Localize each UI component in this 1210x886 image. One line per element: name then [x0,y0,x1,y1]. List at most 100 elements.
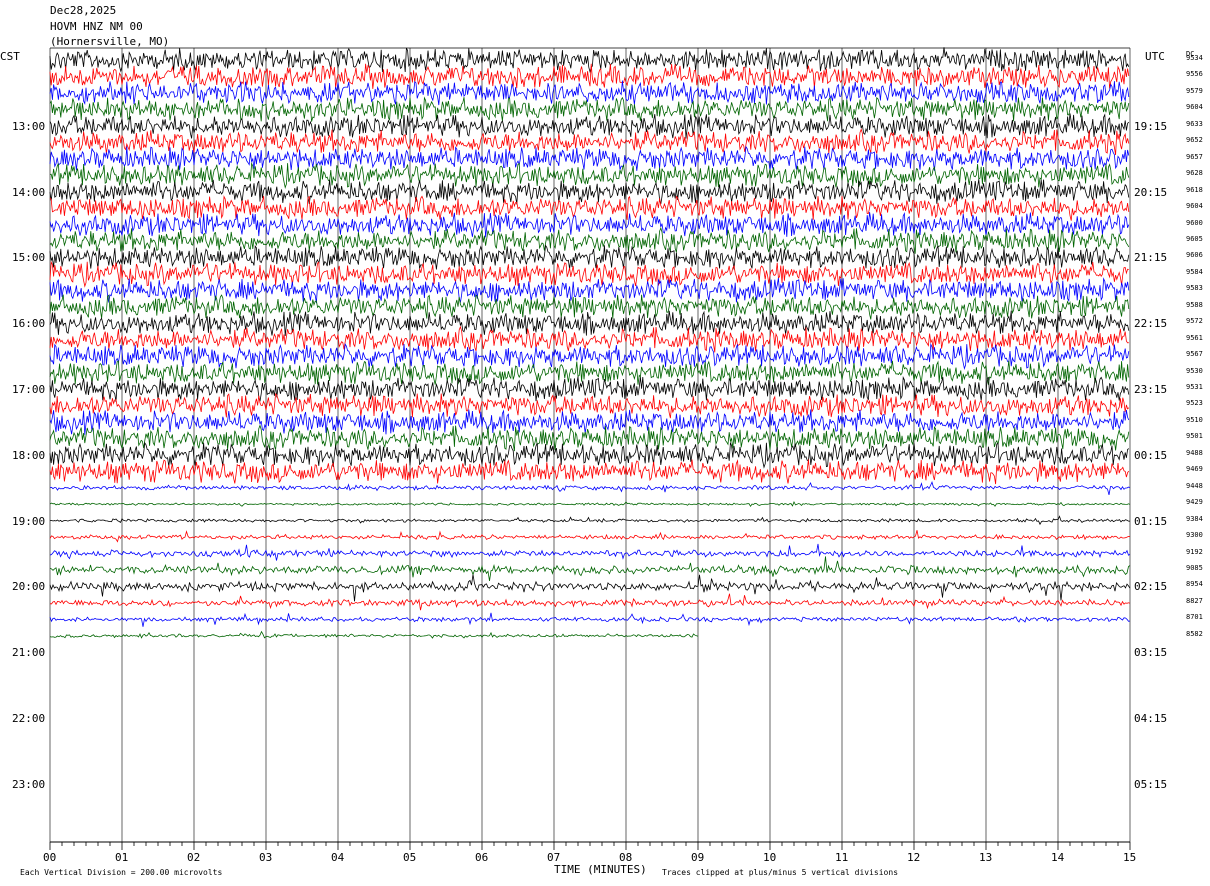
seismic-trace [49,424,1130,452]
cst-hour-label: 20:00 [12,580,46,594]
seismic-trace [49,593,1131,611]
cst-hour-label: 21:00 [12,646,46,660]
seismic-trace [49,342,1130,371]
x-tick-label: 10 [763,851,777,864]
seismic-trace [49,145,1130,171]
seismic-trace [49,113,1130,139]
utc-hour-label: 03:15 [1134,646,1168,660]
x-tick-label: 03 [259,851,273,864]
seismic-trace [49,441,1130,469]
dc-offset-value: 9469 [1186,465,1203,474]
seismic-trace [49,179,1130,205]
dc-offset-value: 9579 [1186,86,1203,95]
dc-offset-value: 8582 [1186,629,1203,638]
utc-hour-label: 00:15 [1134,448,1168,462]
dc-offset-value: 8954 [1186,580,1203,589]
seismic-trace [49,530,1131,543]
cst-hour-label: 16:00 [12,317,46,331]
seismic-trace [49,612,1131,627]
dc-offset-value: 9606 [1186,251,1203,260]
seismic-trace [49,260,1129,288]
dc-offset-value: 9605 [1186,234,1203,243]
seismic-trace [49,481,1131,495]
utc-hour-label: 01:15 [1134,514,1168,528]
dc-offset-value: 8827 [1186,596,1203,605]
seismic-traces [49,47,1131,639]
dc-offset-value: 9501 [1186,432,1203,441]
dc-offset-value: 9523 [1186,399,1203,408]
x-axis-title: TIME (MINUTES) [554,863,647,876]
seismic-trace [49,515,1131,526]
x-tick-label: 13 [979,851,993,864]
dc-offset-value: 9534 [1186,54,1203,62]
seismic-trace [49,501,1131,508]
time-axis [49,47,1131,850]
dc-offset-value: 9448 [1186,481,1203,490]
clip-note: Traces clipped at plus/minus 5 vertical … [662,868,899,877]
helicorder-plot [49,47,1131,850]
x-tick-label: 02 [187,851,201,864]
cst-hour-label: 17:00 [12,383,46,396]
seismic-trace [49,244,1130,270]
seismic-trace [49,630,699,639]
utc-hour-label: 21:15 [1134,251,1168,265]
utc-hour-label: 20:15 [1134,185,1168,199]
cst-hour-label: 19:00 [12,514,46,528]
seismic-trace [49,375,1130,402]
cst-hour-label: 13:00 [12,119,46,133]
seismic-trace [49,294,1130,320]
dc-offset-value: 9604 [1186,202,1203,211]
dc-offset-value: 9510 [1186,415,1203,424]
dc-offset-value: 9488 [1186,448,1203,457]
dc-offset-value: 9604 [1186,103,1203,112]
x-tick-label: 14 [1051,851,1065,864]
scale-note: Each Vertical Division = 200.00 microvol… [20,868,223,877]
x-tick-label: 11 [835,851,849,864]
dc-offset-value: 8701 [1186,613,1203,622]
seismic-trace [49,543,1131,561]
dc-offset-value: 9652 [1186,136,1203,145]
utc-hour-label: 22:15 [1134,317,1168,331]
dc-offset-value: 9657 [1186,152,1203,161]
dc-offset-value: 9567 [1186,350,1203,359]
dc-offset-value: 9192 [1186,547,1203,556]
dc-offset-value: 9572 [1186,317,1203,326]
x-tick-label: 12 [907,851,921,864]
seismic-trace [49,574,1131,602]
utc-hour-label: 04:15 [1134,712,1168,725]
x-tick-label: 00 [43,851,57,864]
dc-offset-value: 9300 [1186,531,1203,540]
seismic-trace [49,47,1130,74]
dc-offset-value: 9628 [1186,169,1203,178]
cst-hour-label: 23:00 [12,777,46,791]
cst-hour-label: 22:00 [12,712,46,725]
minute-grid [49,48,1131,842]
dc-offset-value: 9600 [1186,218,1203,227]
dc-offset-value: 9561 [1186,333,1203,342]
dc-offset-value: 9085 [1186,563,1203,572]
x-tick-label: 01 [115,851,129,864]
dc-offset-value: 9531 [1186,383,1203,391]
seismic-trace [49,310,1130,337]
cst-hour-label: 15:00 [12,251,46,265]
x-tick-label: 04 [331,851,345,864]
dc-offset-value: 9429 [1186,498,1203,507]
dc-offset-value: 9583 [1186,284,1203,293]
utc-hour-label: 05:15 [1134,777,1168,791]
dc-offset-value: 9384 [1186,514,1203,523]
dc-offset-value: 9584 [1186,267,1203,276]
seismic-trace [49,459,1130,485]
dc-offset-value: 9633 [1186,119,1203,128]
utc-hour-label: 23:15 [1134,383,1168,396]
seismic-trace [49,211,1130,238]
seismic-trace [49,161,1130,190]
x-tick-label: 15 [1123,851,1137,864]
x-tick-label: 06 [475,851,489,864]
seismic-trace [49,96,1130,122]
dc-offset-value: 9588 [1186,300,1203,309]
utc-hour-label: 02:15 [1134,580,1168,594]
x-tick-label: 09 [691,851,705,864]
utc-hour-label: 19:15 [1134,119,1168,133]
seismic-trace [49,226,1130,254]
cst-hour-label: 14:00 [12,185,46,199]
